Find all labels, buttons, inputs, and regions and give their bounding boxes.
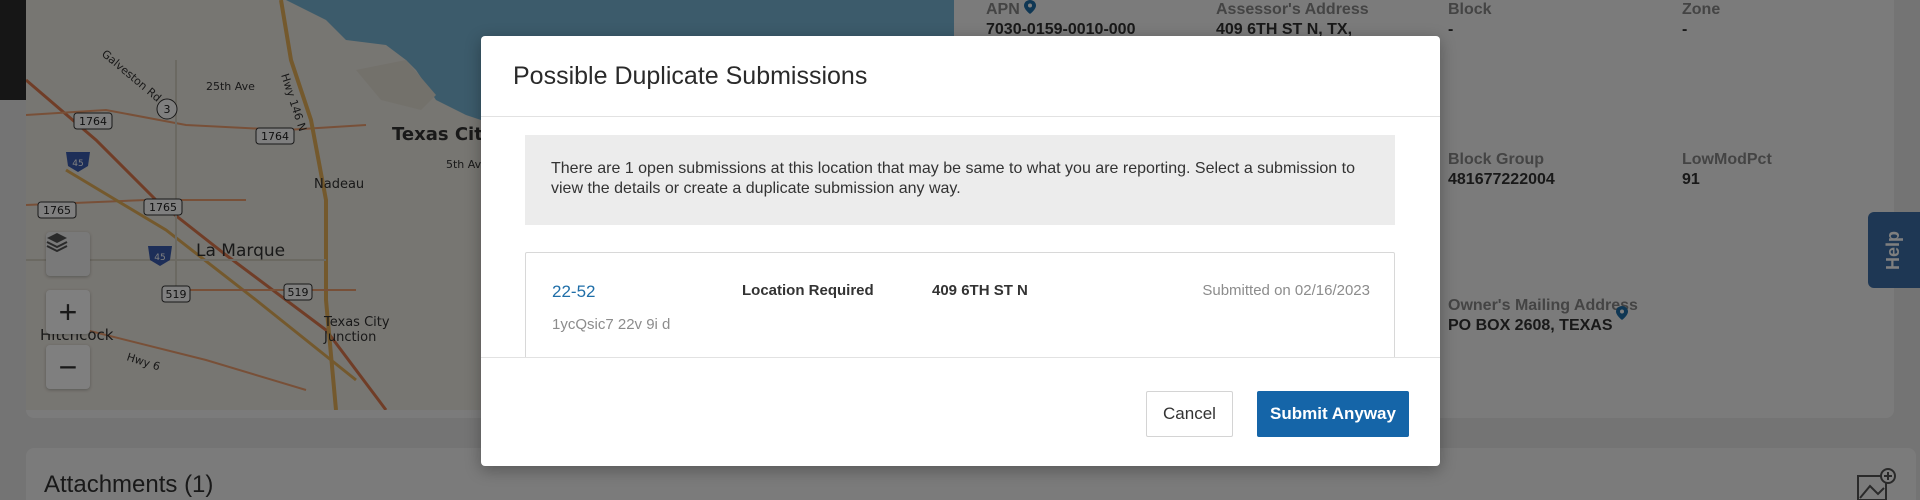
duplicate-notice: There are 1 open submissions at this loc… <box>525 135 1395 225</box>
submission-date: Submitted on 02/16/2023 <box>1202 282 1370 299</box>
submission-type: Location Required <box>742 282 874 299</box>
submission-address: 409 6TH ST N <box>932 282 1028 299</box>
dialog-body: There are 1 open submissions at this loc… <box>481 117 1440 357</box>
duplicate-submissions-dialog: Possible Duplicate Submissions There are… <box>481 36 1440 466</box>
dialog-footer: Cancel Submit Anyway <box>481 357 1440 466</box>
dialog-title: Possible Duplicate Submissions <box>513 61 868 90</box>
submission-code: 1ycQsic7 22v 9i d <box>552 316 671 333</box>
cancel-button[interactable]: Cancel <box>1146 391 1233 437</box>
submit-anyway-button[interactable]: Submit Anyway <box>1257 391 1409 437</box>
dialog-header: Possible Duplicate Submissions <box>481 36 1440 117</box>
submission-card[interactable]: 22-52 1ycQsic7 22v 9i d Location Require… <box>525 252 1395 357</box>
submission-id-link[interactable]: 22-52 <box>552 282 595 302</box>
